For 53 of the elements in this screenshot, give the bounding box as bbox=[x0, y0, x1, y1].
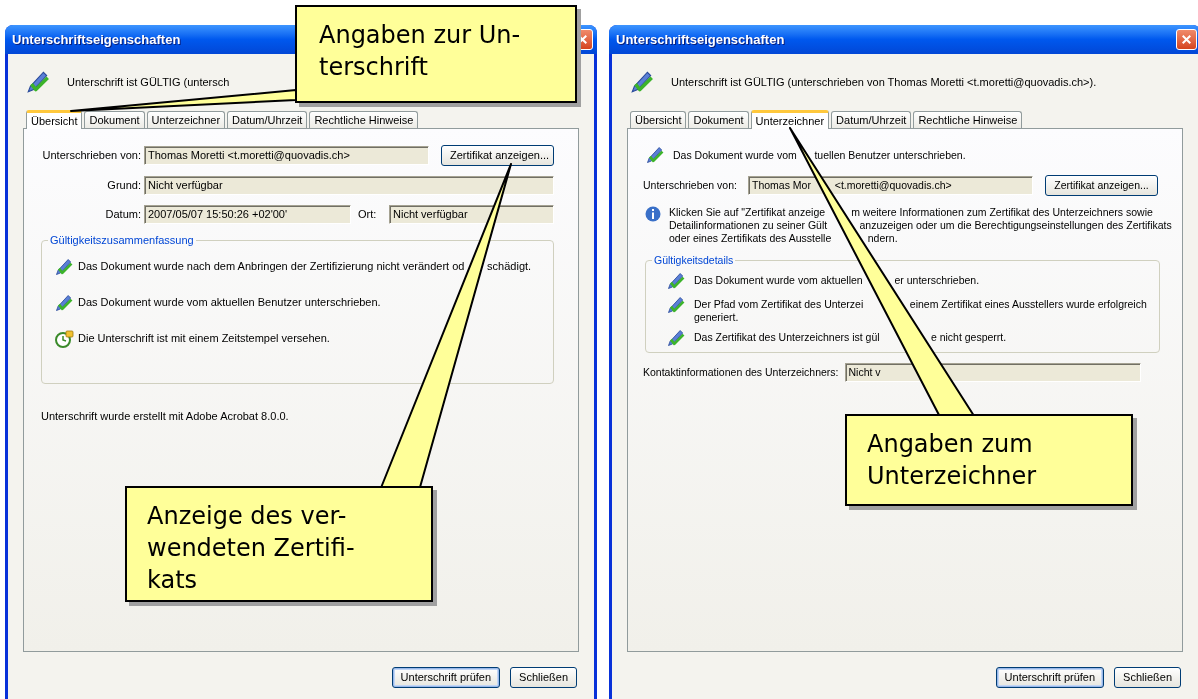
status-message: er unterschrieben. bbox=[894, 273, 980, 287]
signer-field[interactable]: Thomas Mor <t.moretti@quovadis.ch> bbox=[748, 176, 1033, 195]
status-message: Die Unterschrift ist mit einem Zeitstempel versehen. bbox=[78, 331, 330, 345]
info-text: m weitere Informationen zum Zertifikat des Unterzeichners sowie bbox=[851, 206, 1153, 219]
tab[interactable]: Übersicht bbox=[26, 110, 83, 129]
field-label: Datum: bbox=[104, 207, 141, 223]
tab[interactable]: Datum/Uhrzeit bbox=[831, 111, 912, 128]
date-field[interactable]: 2007/05/07 15:50:26 +02'00' bbox=[144, 205, 351, 224]
status-message: generiert. bbox=[694, 310, 739, 324]
info-text: Detailinformationen zu seiner Gült bbox=[669, 219, 828, 232]
tab[interactable]: Unterzeichner bbox=[750, 110, 830, 129]
status-message: einem Zertifikat eines Ausstellers wurde erfolgreich bbox=[909, 297, 1147, 311]
tab[interactable]: Rechtliche Hinweise bbox=[913, 111, 1023, 128]
status-message: tuellen Benutzer unterschrieben. bbox=[814, 148, 966, 162]
tab[interactable]: Datum/Uhrzeit bbox=[227, 111, 308, 128]
status-message: Das Dokument wurde vom aktuellen Benutzer unterschrieben. bbox=[78, 295, 381, 309]
status-message: Das Zertifikat des Unterzeichners ist gül bbox=[694, 330, 880, 344]
status-message: schädigt. bbox=[487, 259, 532, 273]
signer-field[interactable]: Thomas Moretti <t.moretti@quovadis.ch> bbox=[144, 146, 429, 165]
dialog-button[interactable]: Unterschrift prüfen bbox=[391, 667, 501, 688]
status-message: Unterschrift ist GÜLTIG (untersch bbox=[67, 75, 230, 89]
group-title: Gültigkeitszusammenfassung bbox=[49, 233, 195, 248]
field-label: Ort: bbox=[358, 207, 378, 223]
dialog-button[interactable]: Schließen bbox=[510, 667, 577, 688]
info-text: oder eines Zertifikats des Ausstelle bbox=[669, 232, 832, 245]
status-message: Unterschrift ist GÜLTIG (unterschrieben von Thomas Moretti <t.moretti@quovadis.ch>). bbox=[671, 75, 1097, 89]
reason-field[interactable]: Nicht verfügbar bbox=[144, 176, 554, 195]
status-message: Das Dokument wurde vom aktuellen bbox=[694, 273, 863, 287]
footer-text: Unterschrift wurde erstellt mit Adobe Acrobat 8.0.0. bbox=[41, 409, 290, 424]
tab[interactable]: Unterzeichner bbox=[146, 111, 226, 128]
field-label: Grund: bbox=[106, 178, 141, 194]
status-message: Das Dokument wurde nach dem Anbringen der Zertifizierung nicht verändert od bbox=[78, 259, 465, 273]
field-label: Kontaktinformationen des Unterzeichners: bbox=[643, 364, 839, 380]
tab[interactable]: Rechtliche Hinweise bbox=[309, 111, 419, 128]
status-message: e nicht gesperrt. bbox=[930, 330, 1007, 344]
window-title: Unterschriftseigenschaften bbox=[616, 30, 785, 49]
dialog-button[interactable]: Unterschrift prüfen bbox=[995, 667, 1105, 688]
info-text: Klicken Sie auf "Zertifikat anzeige bbox=[669, 206, 826, 219]
window-title: Unterschriftseigenschaften bbox=[12, 30, 181, 49]
show-certificate-button[interactable]: Zertifikat anzeigen... bbox=[1045, 175, 1158, 196]
field-label: Unterschrieben von: bbox=[41, 148, 141, 164]
tab[interactable]: Übersicht bbox=[630, 111, 687, 128]
place-field[interactable]: Nicht verfügbar bbox=[389, 205, 554, 224]
info-text: anzuzeigen oder um die Berechtigungseinstellungen des Zertifikats bbox=[859, 219, 1172, 232]
group-title: Gültigkeitsdetails bbox=[653, 253, 735, 268]
field-label: Unterschrieben von: bbox=[643, 177, 738, 193]
tab[interactable]: Dokument bbox=[84, 111, 145, 128]
status-message: Der Pfad vom Zertifikat des Unterzei bbox=[694, 297, 864, 311]
tab[interactable]: Dokument bbox=[688, 111, 749, 128]
status-message: Das Dokument wurde vom bbox=[673, 148, 797, 162]
dialog-button[interactable]: Schließen bbox=[1114, 667, 1181, 688]
show-certificate-button[interactable]: Zertifikat anzeigen... bbox=[441, 145, 554, 166]
info-text: ndern. bbox=[867, 232, 898, 245]
